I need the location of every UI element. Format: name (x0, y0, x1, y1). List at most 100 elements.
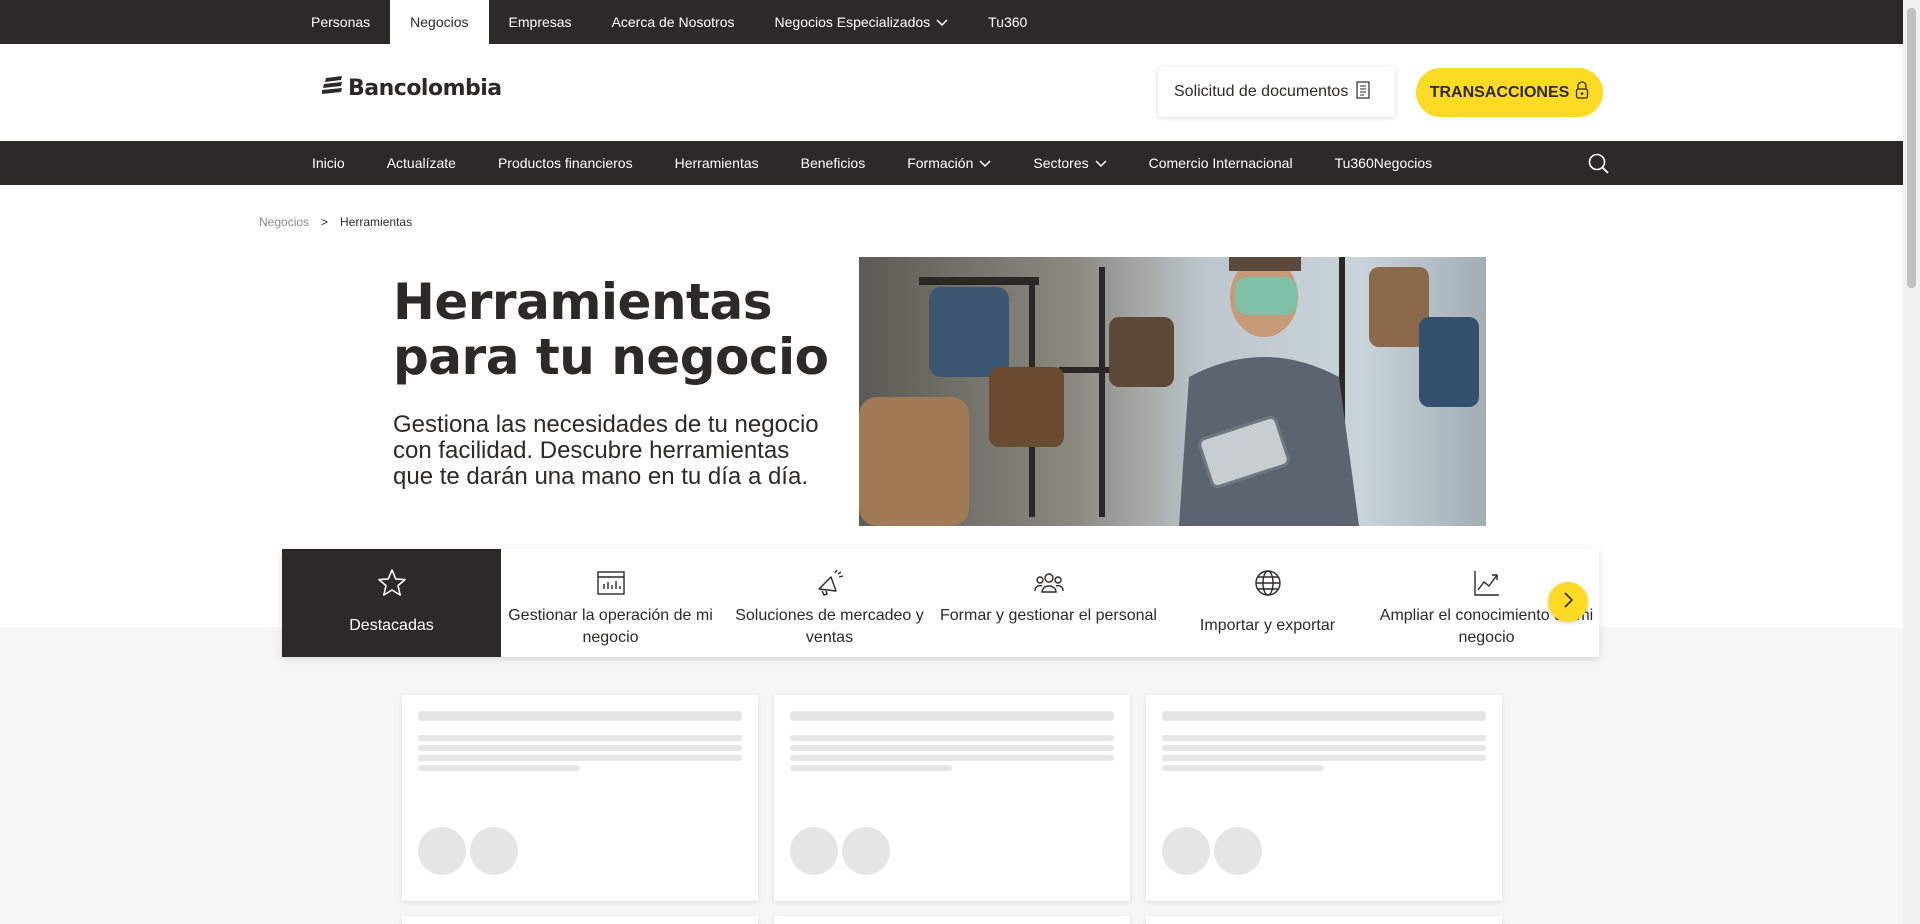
skeleton-avatar (842, 827, 890, 875)
skeleton-line (418, 745, 742, 751)
main-nav-items: Inicio Actualízate Productos financieros… (291, 141, 1453, 185)
document-request-button[interactable]: Solicitud de documentos (1158, 67, 1395, 117)
segment-label: Personas (311, 14, 371, 30)
category-tab-mercadeo-ventas[interactable]: Soluciones de mercadeo y ventas (720, 549, 939, 657)
document-icon (1356, 80, 1370, 104)
nav-label: Productos financieros (497, 155, 633, 171)
skeleton-line (790, 765, 952, 771)
skeleton-line (1162, 735, 1486, 741)
nav-label: Comercio Internacional (1148, 155, 1293, 171)
loading-card (1146, 695, 1502, 901)
nav-productos-financieros[interactable]: Productos financieros (477, 141, 654, 185)
skeleton-avatar (418, 827, 466, 875)
nav-formacion[interactable]: Formación (886, 141, 1012, 185)
chevron-down-icon (979, 155, 991, 171)
nav-label: Beneficios (800, 155, 866, 171)
chevron-right-icon (1562, 591, 1574, 614)
loading-card (774, 916, 1130, 924)
segment-label: Negocios Especializados (774, 14, 931, 30)
nav-tu360negocios[interactable]: Tu360Negocios (1314, 141, 1454, 185)
nav-label: Actualízate (386, 155, 456, 171)
skeleton-avatar (1214, 827, 1262, 875)
hero-image (859, 257, 1486, 526)
segment-label: Negocios (410, 14, 469, 30)
globe-icon (1252, 567, 1284, 599)
skeleton-line (790, 745, 1114, 751)
chevron-down-icon (936, 14, 948, 30)
scrollbar-thumb[interactable] (1907, 8, 1916, 288)
category-tab-formar-personal[interactable]: Formar y gestionar el personal (939, 549, 1158, 657)
megaphone-icon (814, 567, 846, 599)
breadcrumb-link-negocios[interactable]: Negocios (259, 215, 309, 229)
category-tab-importar-exportar[interactable]: Importar y exportar (1158, 549, 1377, 657)
loading-card (402, 695, 758, 901)
nav-label: Herramientas (674, 155, 759, 171)
nav-label: Tu360Negocios (1334, 155, 1433, 171)
skeleton-line (418, 735, 742, 741)
star-icon (376, 567, 408, 599)
segment-label: Tu360 (988, 14, 1028, 30)
nav-actualizate[interactable]: Actualízate (366, 141, 477, 185)
nav-inicio[interactable]: Inicio (291, 141, 366, 185)
page-subtitle: Gestiona las necesidades de tu negocio c… (393, 411, 819, 490)
skeleton-line (790, 755, 1114, 761)
segment-label: Acerca de Nosotros (611, 14, 735, 30)
segment-tu360[interactable]: Tu360 (968, 0, 1047, 44)
bancolombia-logo-icon (322, 76, 344, 101)
category-tab-destacadas[interactable]: Destacadas (282, 549, 501, 657)
category-label: Soluciones de mercadeo y ventas (735, 607, 924, 646)
category-label: Gestionar la operación de mi negocio (508, 607, 713, 646)
main-nav: Inicio Actualízate Productos financieros… (0, 141, 1903, 185)
skeleton-line (418, 711, 742, 721)
nav-comercio-internacional[interactable]: Comercio Internacional (1128, 141, 1314, 185)
skeleton-avatar (1162, 827, 1210, 875)
lock-icon (1575, 81, 1589, 104)
nav-label: Inicio (312, 155, 345, 171)
nav-label: Sectores (1033, 155, 1089, 171)
skeleton-avatar (470, 827, 518, 875)
segment-empresas[interactable]: Empresas (489, 0, 592, 44)
dashboard-icon (595, 567, 627, 599)
page-scrollbar[interactable] (1903, 0, 1920, 924)
transactions-button[interactable]: TRANSACCIONES (1416, 68, 1603, 117)
segment-negocios-especializados[interactable]: Negocios Especializados (755, 0, 969, 44)
logo-text: Bancolombia (348, 76, 502, 101)
category-tab-gestionar-operacion[interactable]: Gestionar la operación de mi negocio (501, 549, 720, 657)
skeleton-line (790, 711, 1114, 721)
category-label: Destacadas (349, 617, 434, 634)
segment-personas[interactable]: Personas (291, 0, 390, 44)
loading-card (774, 695, 1130, 901)
segment-label: Empresas (508, 14, 572, 30)
skeleton-line (790, 735, 1114, 741)
breadcrumb-current: Herramientas (340, 215, 413, 229)
segment-negocios[interactable]: Negocios (390, 0, 489, 44)
skeleton-line (1162, 765, 1324, 771)
breadcrumb-separator: > (321, 215, 329, 229)
skeleton-line (418, 755, 742, 761)
document-request-label: Solicitud de documentos (1174, 83, 1349, 100)
site-header: Bancolombia Solicitud de documentos TRAN… (0, 44, 1903, 141)
loading-card (1146, 916, 1502, 924)
category-label: Importar y exportar (1199, 617, 1336, 634)
page-title: Herramientas para tu negocio (393, 273, 829, 386)
chevron-down-icon (1095, 155, 1107, 171)
carousel-next-button[interactable] (1548, 582, 1588, 622)
category-tabs: Destacadas Gestionar la operación de mi … (282, 549, 1599, 657)
skeleton-avatar (790, 827, 838, 875)
nav-herramientas[interactable]: Herramientas (654, 141, 780, 185)
growth-chart-icon (1471, 567, 1503, 599)
skeleton-line (1162, 745, 1486, 751)
segment-acerca[interactable]: Acerca de Nosotros (592, 0, 755, 44)
top-bar: Personas Negocios Empresas Acerca de Nos… (0, 0, 1903, 44)
nav-label: Formación (907, 155, 974, 171)
breadcrumb: Negocios > Herramientas (259, 215, 412, 229)
skeleton-line (1162, 755, 1486, 761)
transactions-label: TRANSACCIONES (1429, 83, 1570, 101)
nav-beneficios[interactable]: Beneficios (780, 141, 887, 185)
nav-sectores[interactable]: Sectores (1012, 141, 1127, 185)
search-icon[interactable] (1588, 153, 1609, 179)
bancolombia-logo[interactable]: Bancolombia (322, 76, 502, 101)
team-icon (1033, 567, 1065, 599)
loading-card (402, 916, 758, 924)
skeleton-line (418, 765, 580, 771)
